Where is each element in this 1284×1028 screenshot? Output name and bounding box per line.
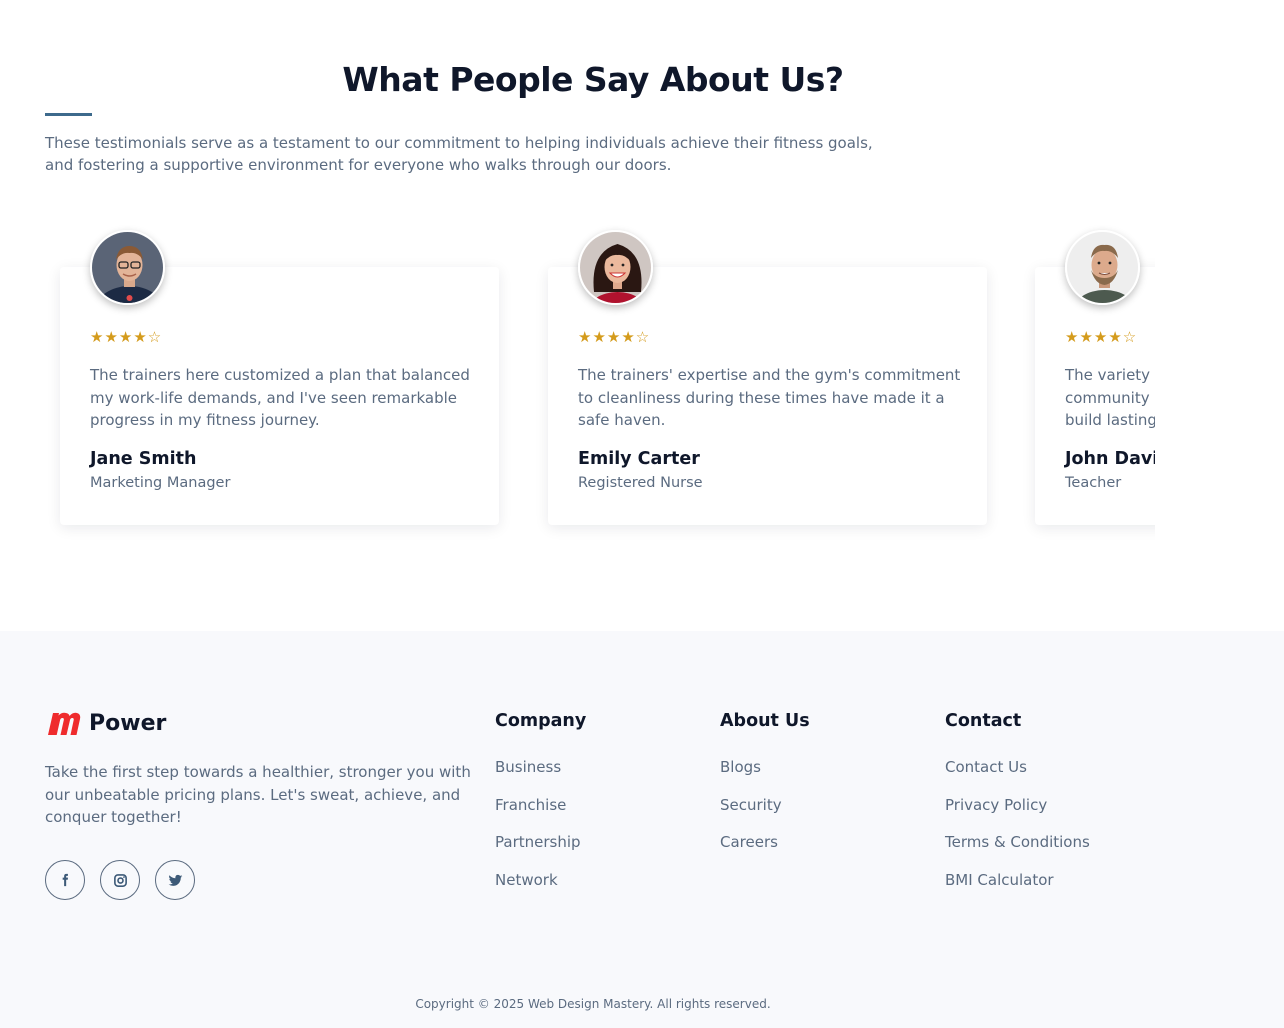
social-links xyxy=(45,860,195,900)
footer-link-bmi-calculator[interactable]: BMI Calculator xyxy=(945,869,1090,907)
column-title: Company xyxy=(495,711,587,731)
reviewer-name: Emily Carter xyxy=(578,449,700,469)
testimonial-card: ★★★★☆ The trainers' expertise and the gy… xyxy=(548,230,987,525)
testimonials-section: What People Say About Us? These testimon… xyxy=(0,0,1284,631)
footer-link-careers[interactable]: Careers xyxy=(720,831,810,869)
section-heading: What People Say About Us? xyxy=(342,60,844,99)
testimonial-quote: The variety of classes and the supportiv… xyxy=(1065,366,1155,430)
reviewer-name: John Davis xyxy=(1065,449,1155,469)
avatar xyxy=(578,230,653,305)
column-title: About Us xyxy=(720,711,810,731)
footer-column-contact: Contact Contact Us Privacy Policy Terms … xyxy=(945,709,1090,906)
facebook-icon xyxy=(62,873,69,887)
column-title: Contact xyxy=(945,711,1022,731)
twitter-icon xyxy=(168,874,182,886)
footer-link-terms-conditions[interactable]: Terms & Conditions xyxy=(945,831,1090,869)
brand-logo[interactable]: Power xyxy=(45,709,166,737)
copyright-text: Copyright © 2025 Web Design Mastery. All… xyxy=(415,997,771,1011)
footer-link-contact-us[interactable]: Contact Us xyxy=(945,756,1090,794)
footer-about: Take the first step towards a healthier,… xyxy=(45,763,471,827)
footer-link-network[interactable]: Network xyxy=(495,869,586,907)
footer-link-privacy-policy[interactable]: Privacy Policy xyxy=(945,794,1090,832)
footer-link-blogs[interactable]: Blogs xyxy=(720,756,810,794)
instagram-icon xyxy=(113,873,127,887)
testimonial-card: ★★★★☆ The trainers here customized a pla… xyxy=(60,230,499,525)
facebook-link[interactable] xyxy=(45,860,85,900)
footer-link-franchise[interactable]: Franchise xyxy=(495,794,586,832)
section-intro: These testimonials serve as a testament … xyxy=(45,134,873,174)
footer-link-security[interactable]: Security xyxy=(720,794,810,832)
testimonial-card: ★★★★☆ The variety of classes and the sup… xyxy=(1035,230,1155,525)
reviewer-role: Marketing Manager xyxy=(90,475,231,491)
avatar xyxy=(90,230,165,305)
instagram-link[interactable] xyxy=(100,860,140,900)
reviewer-role: Registered Nurse xyxy=(578,475,703,491)
avatar xyxy=(1065,230,1140,305)
star-rating: ★★★★☆ xyxy=(578,328,651,346)
brand-name: Power xyxy=(89,710,167,736)
footer-link-partnership[interactable]: Partnership xyxy=(495,831,586,869)
site-footer: Power Take the first step towards a heal… xyxy=(0,631,1284,1028)
reviewer-name: Jane Smith xyxy=(90,449,197,469)
testimonial-quote: The trainers' expertise and the gym's co… xyxy=(578,366,961,430)
twitter-link[interactable] xyxy=(155,860,195,900)
footer-column-about-us: About Us Blogs Security Careers xyxy=(720,709,810,869)
testimonial-quote: The trainers here customized a plan that… xyxy=(90,366,470,430)
reviewer-role: Teacher xyxy=(1065,475,1122,491)
star-rating: ★★★★☆ xyxy=(1065,328,1138,346)
power-logo-icon xyxy=(48,712,81,735)
testimonials-carousel[interactable]: ★★★★☆ The trainers here customized a pla… xyxy=(45,220,1155,550)
footer-link-business[interactable]: Business xyxy=(495,756,586,794)
heading-underline xyxy=(45,113,92,116)
footer-column-company: Company Business Franchise Partnership N… xyxy=(495,709,586,906)
star-rating: ★★★★☆ xyxy=(90,328,163,346)
